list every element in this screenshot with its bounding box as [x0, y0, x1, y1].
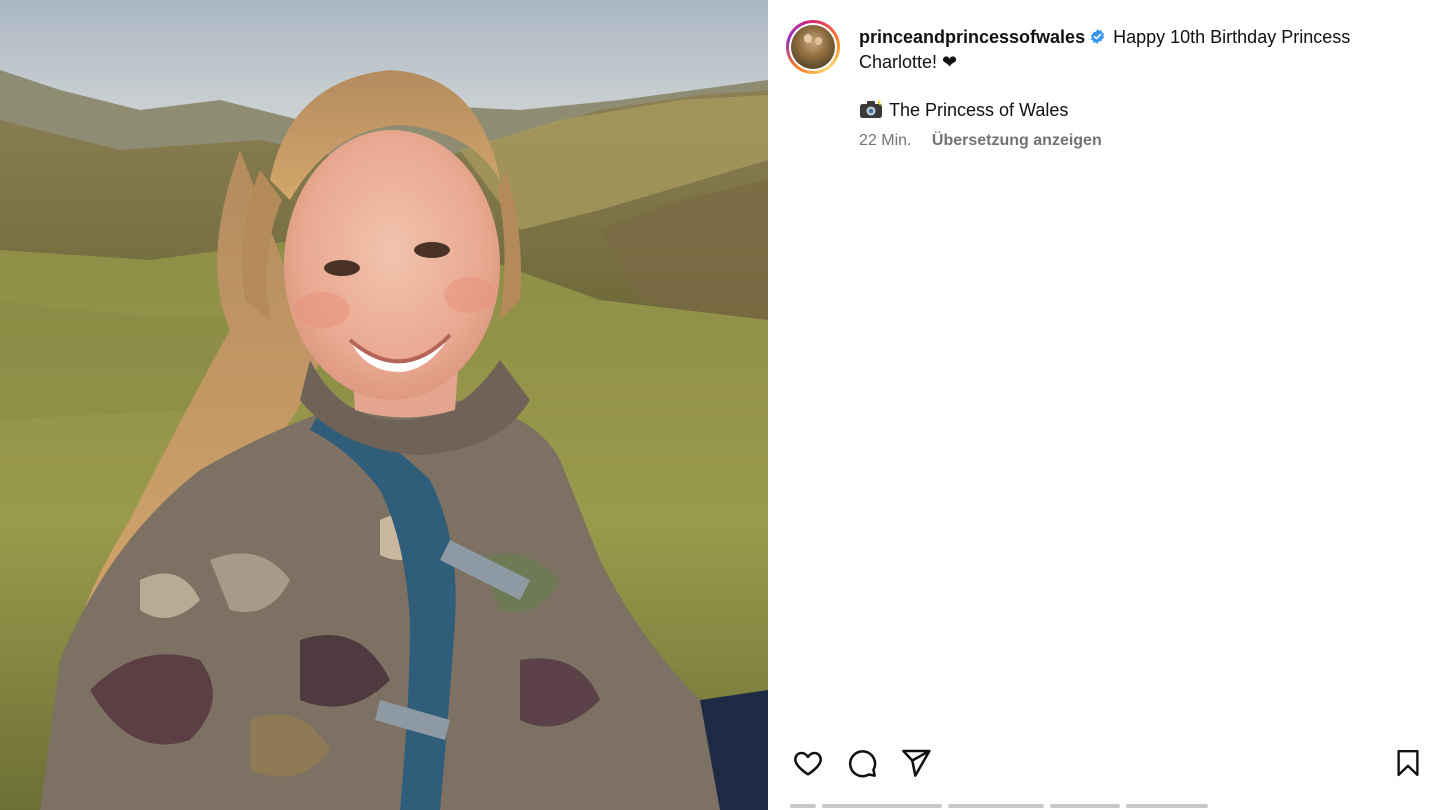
post-meta: 22 Min. Übersetzung anzeigen — [859, 131, 1102, 151]
profile-avatar-ring[interactable] — [786, 20, 840, 74]
username-link[interactable]: princeandprincessofwales — [859, 27, 1085, 47]
instagram-post-view: princeandprincessofwales Happy 10th Birt… — [0, 0, 1440, 810]
avatar-border — [789, 23, 837, 71]
post-action-bar — [790, 745, 934, 781]
photo-credit-text: The Princess of Wales — [889, 100, 1069, 120]
paper-plane-icon — [902, 749, 931, 777]
camera-flash-icon — [860, 99, 882, 118]
heart-icon — [794, 751, 822, 776]
comment-button[interactable] — [844, 745, 880, 781]
post-caption: princeandprincessofwales Happy 10th Birt… — [859, 25, 1419, 75]
photo-credit: The Princess of Wales — [859, 98, 1068, 123]
post-photo[interactable] — [0, 0, 768, 810]
avatar[interactable] — [791, 25, 835, 69]
post-timestamp[interactable]: 22 Min. — [859, 132, 911, 149]
comment-bubble-icon — [848, 750, 877, 778]
bookmark-icon — [1397, 749, 1419, 777]
like-button[interactable] — [790, 745, 826, 781]
share-button[interactable] — [898, 745, 934, 781]
post-panel: princeandprincessofwales Happy 10th Birt… — [768, 0, 1440, 810]
show-translation-link[interactable]: Übersetzung anzeigen — [932, 132, 1102, 149]
save-button[interactable] — [1390, 745, 1426, 781]
photo-illustration — [0, 0, 768, 810]
likes-row-cutoff — [790, 804, 1250, 810]
verified-badge-icon — [1091, 29, 1105, 44]
